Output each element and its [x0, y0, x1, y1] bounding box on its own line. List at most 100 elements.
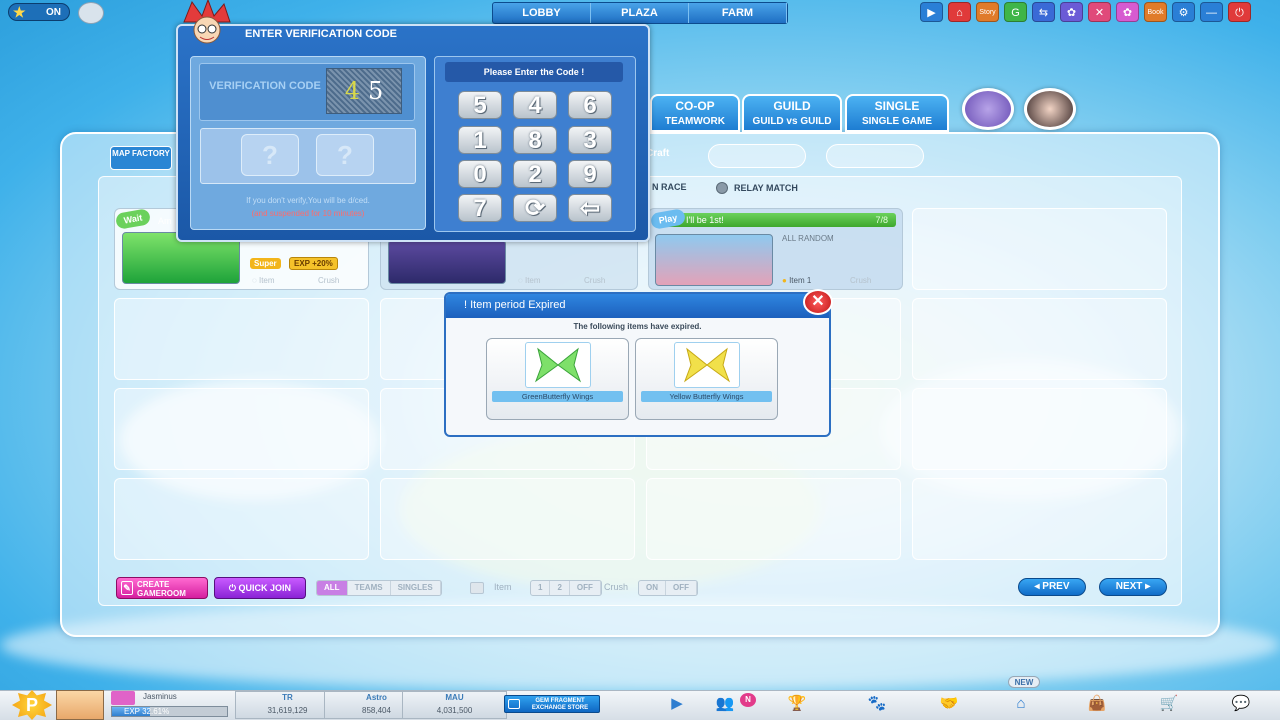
minimize-icon[interactable]: —	[1200, 2, 1223, 22]
play-circle-icon[interactable]: ▶	[920, 2, 943, 22]
tab-farm[interactable]: FARM	[689, 3, 787, 23]
crush-flag: Crush	[584, 276, 606, 285]
story-icon[interactable]: Story	[976, 2, 999, 22]
filter-teams[interactable]: TEAMS	[348, 581, 391, 595]
crush-flag: Crush	[850, 276, 872, 285]
room-title: Am	[158, 216, 172, 226]
keypad-key-1[interactable]: 1	[458, 126, 502, 154]
tab-lobby[interactable]: LOBBY	[493, 3, 591, 23]
item-flag-label: Item	[524, 276, 541, 285]
filter-all[interactable]: ALL	[317, 581, 348, 595]
keypad-key-2[interactable]: 2	[513, 160, 557, 188]
store-icon	[508, 699, 520, 709]
keypad-key-6[interactable]: 6	[568, 91, 612, 119]
backspace-key[interactable]: ⇦	[568, 194, 612, 222]
avatar[interactable]	[56, 690, 104, 720]
stat-label: MAU	[445, 693, 464, 702]
handshake-icon[interactable]: 🤝	[938, 695, 960, 713]
tab-plaza[interactable]: PLAZA	[591, 3, 689, 23]
edit-icon: ✎	[121, 581, 133, 595]
captcha-digit: 5	[368, 77, 384, 105]
gem-exchange-store-label: GEM FRAGMENT EXCHANGE STORE	[531, 698, 589, 711]
link-icon[interactable]: ⇆	[1032, 2, 1055, 22]
card-menu-button[interactable]	[962, 88, 1014, 130]
item-expired-title: ! Item period Expired	[446, 294, 829, 318]
map-factory-button[interactable]: MAP FACTORY	[110, 146, 172, 170]
item-flag-label: Item 1	[789, 276, 812, 285]
friends-icon[interactable]: 👥	[714, 695, 736, 713]
filter-pill[interactable]	[708, 144, 806, 168]
verification-penalty: (and suspended for 10 minutes)	[251, 209, 365, 218]
keypad-key-9[interactable]: 9	[568, 160, 612, 188]
item-filter: 1 2 OFF	[530, 580, 602, 596]
quick-join-button[interactable]: ⏻ QUICK JOIN	[214, 577, 306, 599]
coin-icon: ●	[782, 276, 787, 285]
tab-single[interactable]: SINGLE SINGLE GAME	[845, 94, 949, 132]
next-button[interactable]: NEXT ▸	[1099, 578, 1167, 596]
settings-cog-icon[interactable]: ✿	[1060, 2, 1083, 22]
bag-icon[interactable]: 👜	[1086, 695, 1108, 713]
notification-badge: N	[740, 693, 756, 707]
paw-icon[interactable]: 🐾	[866, 695, 888, 713]
trophy-icon[interactable]: 🏆	[786, 695, 808, 713]
tab-guild-sub: GUILD vs GUILD	[752, 116, 832, 127]
tab-single-sub: SINGLE GAME	[861, 116, 932, 127]
online-toggle[interactable]: ★ ON	[8, 3, 70, 21]
filter-pill[interactable]	[826, 144, 924, 168]
create-gameroom-button[interactable]: ✎ CREATE GAMEROOM	[116, 577, 208, 599]
relay-match-filter[interactable]: RELAY MATCH	[716, 182, 798, 194]
gift-icon[interactable]: ⌂	[1010, 695, 1032, 713]
power-icon[interactable]: ⏻	[1228, 2, 1251, 22]
item-option-1[interactable]: 1	[531, 581, 551, 595]
cart-icon[interactable]: 🛒	[1158, 695, 1180, 713]
crush-option-on[interactable]: ON	[639, 581, 666, 595]
verification-title: ENTER VERIFICATION CODE	[245, 28, 397, 40]
refresh-key[interactable]: ⟳	[513, 194, 557, 222]
race-filter[interactable]: N RACE	[652, 182, 687, 192]
profile-avatar[interactable]	[1024, 88, 1076, 130]
item-flag: ◌ Item	[518, 276, 541, 285]
map-thumbnail	[388, 240, 506, 284]
tab-single-title: SINGLE	[874, 99, 920, 113]
play-icon[interactable]: ▶	[666, 695, 688, 713]
item-checkbox[interactable]	[470, 582, 484, 594]
crush-filter: ON OFF	[638, 580, 698, 596]
stat-mau: MAU 4,031,500	[402, 691, 507, 719]
gem-exchange-store-button[interactable]: GEM FRAGMENT EXCHANGE STORE	[504, 695, 600, 713]
exp-label: EXP 32.61%	[124, 707, 170, 716]
quick-join-label: QUICK JOIN	[238, 583, 292, 593]
tab-coop[interactable]: CO-OP TEAMWORK	[650, 94, 740, 132]
close-icon[interactable]: ✕	[803, 289, 833, 315]
online-toggle-label: ON	[46, 6, 61, 18]
crush-option-off[interactable]: OFF	[666, 581, 697, 595]
power-icon: ⏻	[228, 583, 239, 593]
empty-room-slot	[646, 478, 901, 560]
verification-warning: If you don't verify,You will be d/ced.	[246, 196, 370, 205]
gear-icon[interactable]: ⚙	[1172, 2, 1195, 22]
keypad-key-5[interactable]: 5	[458, 91, 502, 119]
keypad-key-7[interactable]: 7	[458, 194, 502, 222]
tab-guild[interactable]: GUILD GUILD vs GUILD	[742, 94, 842, 132]
expired-item-name: GreenButterfly Wings	[492, 391, 623, 402]
cross-icon[interactable]: ✕	[1088, 2, 1111, 22]
keypad-key-4[interactable]: 4	[513, 91, 557, 119]
empty-room-slot	[380, 478, 635, 560]
filter-singles[interactable]: SINGLES	[391, 581, 441, 595]
character-icon[interactable]	[78, 2, 104, 24]
yellow-butterfly-wings-icon	[674, 342, 740, 388]
flower-icon[interactable]: ✿	[1116, 2, 1139, 22]
keypad-key-0[interactable]: 0	[458, 160, 502, 188]
item-expired-message: The following items have expired.	[573, 322, 702, 331]
star-icon: ★	[13, 4, 26, 20]
shop-icon[interactable]: ⌂	[948, 2, 971, 22]
empty-room-slot	[114, 298, 369, 380]
relay-match-label: RELAY MATCH	[734, 183, 798, 193]
chat-icon[interactable]: 💬	[1230, 695, 1252, 713]
g-icon[interactable]: G	[1004, 2, 1027, 22]
item-option-off[interactable]: OFF	[570, 581, 601, 595]
book-icon[interactable]: Book	[1144, 2, 1167, 22]
keypad-key-3[interactable]: 3	[568, 126, 612, 154]
keypad-key-8[interactable]: 8	[513, 126, 557, 154]
prev-button[interactable]: ◂ PREV	[1018, 578, 1086, 596]
item-option-2[interactable]: 2	[550, 581, 570, 595]
